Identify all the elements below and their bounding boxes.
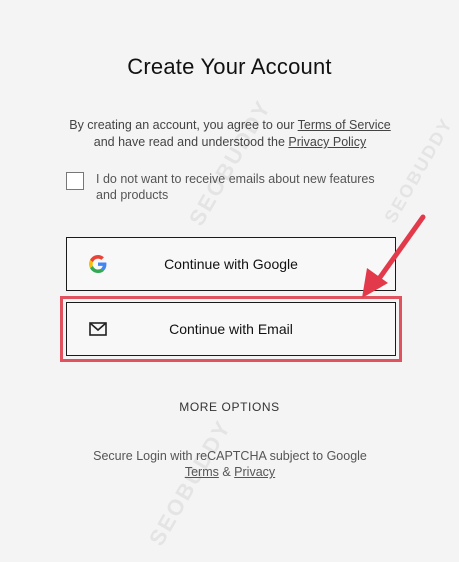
continue-with-google-label: Continue with Google — [164, 256, 298, 272]
more-options-link[interactable]: MORE OPTIONS — [0, 400, 459, 414]
google-icon — [89, 255, 107, 273]
google-terms-link[interactable]: Terms — [185, 465, 219, 479]
recaptcha-separator: & — [222, 465, 231, 479]
watermark: SEOBUDDY — [183, 95, 276, 230]
page-title: Create Your Account — [127, 54, 332, 79]
privacy-policy-link[interactable]: Privacy Policy — [288, 135, 366, 149]
recaptcha-notice: Secure Login with reCAPTCHA subject to G… — [60, 448, 400, 480]
consent-middle: and have read and understood the — [93, 135, 285, 149]
terms-consent-text: By creating an account, you agree to our… — [58, 117, 402, 151]
email-opt-out-label: I do not want to receive emails about ne… — [96, 172, 375, 202]
continue-with-email-label: Continue with Email — [169, 321, 293, 337]
continue-with-email-button[interactable]: Continue with Email — [66, 302, 396, 356]
recaptcha-text: Secure Login with reCAPTCHA subject to G… — [93, 449, 367, 463]
envelope-icon — [89, 322, 107, 336]
google-privacy-link[interactable]: Privacy — [234, 465, 275, 479]
email-opt-out-row: I do not want to receive emails about ne… — [66, 171, 396, 203]
email-opt-out-checkbox[interactable] — [66, 172, 84, 190]
watermark: SEOBUDDY — [143, 415, 236, 550]
terms-of-service-link[interactable]: Terms of Service — [298, 118, 391, 132]
consent-prefix: By creating an account, you agree to our — [69, 118, 295, 132]
continue-with-google-button[interactable]: Continue with Google — [66, 237, 396, 291]
